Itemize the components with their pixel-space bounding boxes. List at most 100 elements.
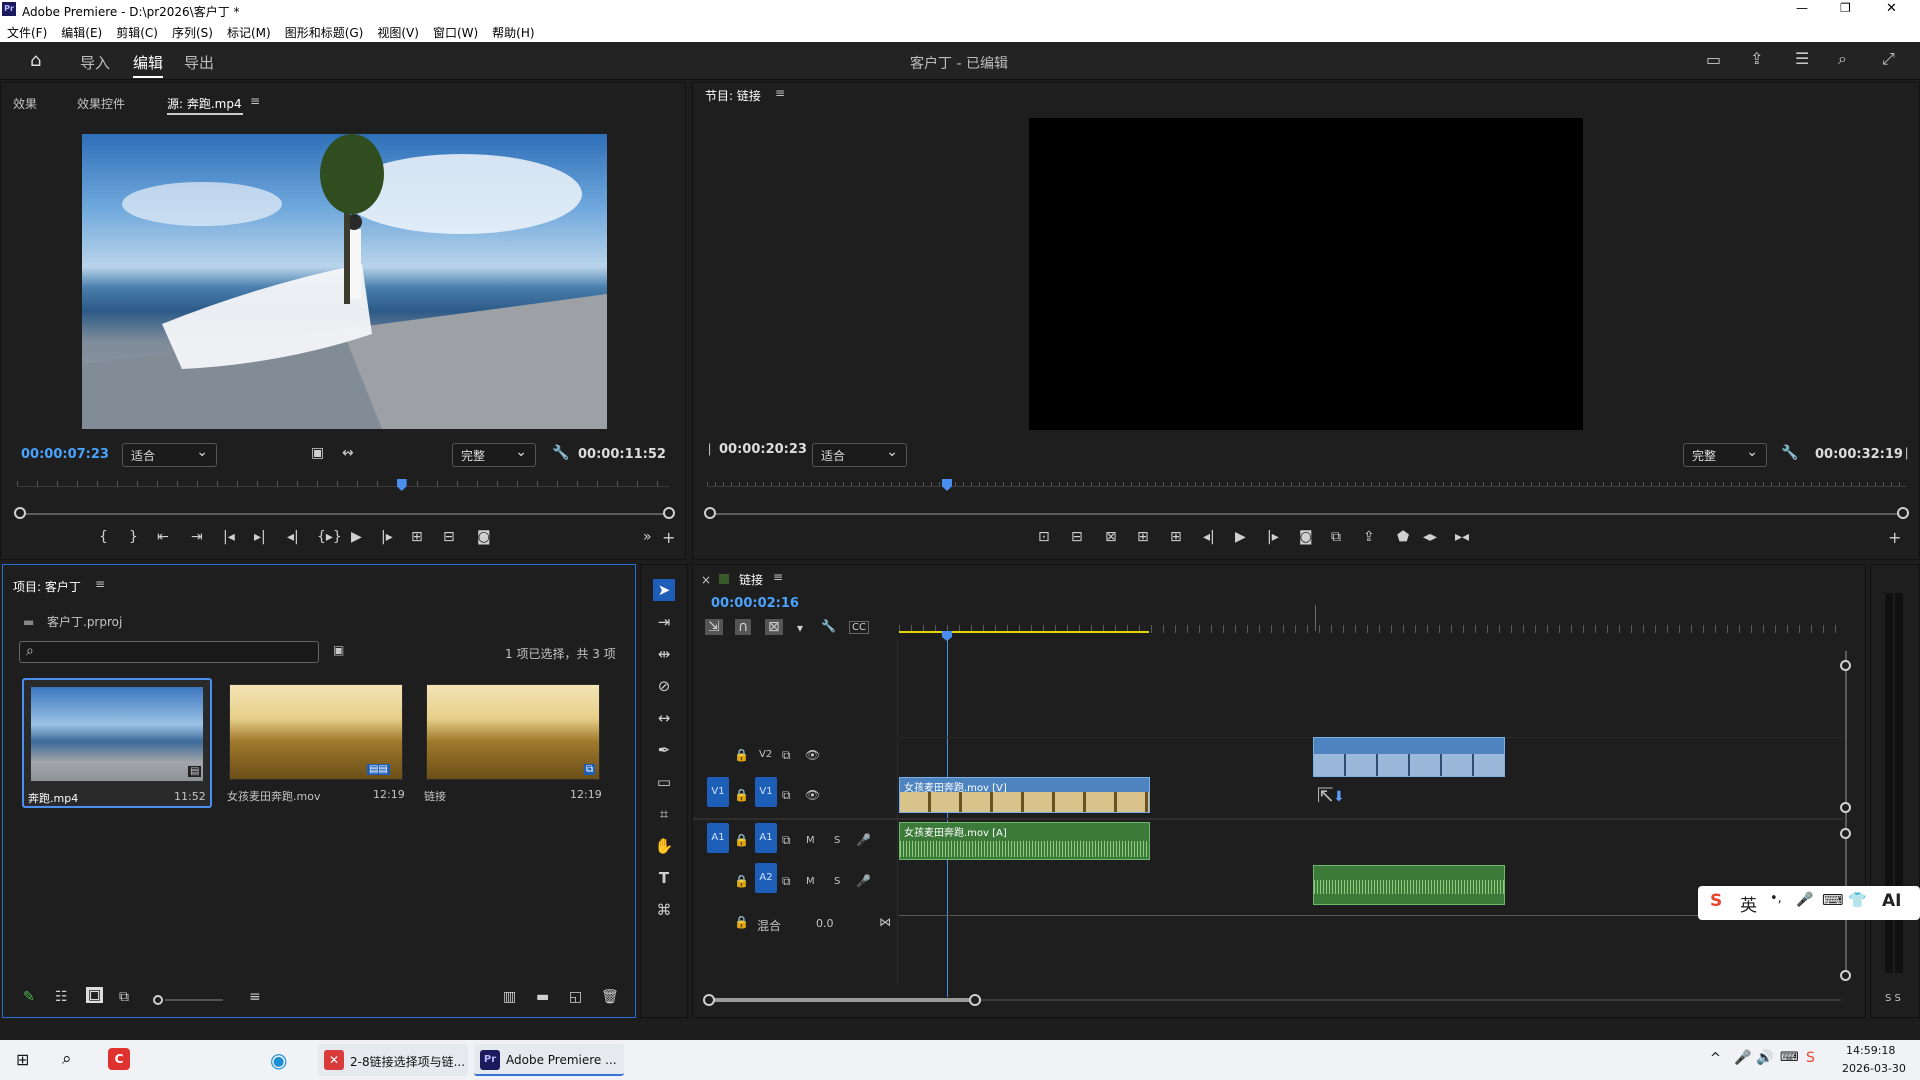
a1-solo-button[interactable]: S	[834, 835, 840, 846]
taskbar-search-icon[interactable]: ⌕	[62, 1049, 72, 1069]
v2-eye-icon[interactable]: 👁	[805, 748, 820, 762]
list-view-icon[interactable]: ☷	[55, 989, 68, 1005]
v2-sync-icon[interactable]: ⧉	[782, 748, 791, 763]
razor-tool-icon[interactable]: ⊘	[653, 675, 675, 697]
source-zoom-left-handle[interactable]	[14, 507, 26, 519]
ime-voice-icon[interactable]: 🎤	[1796, 892, 1813, 908]
source-zoom-scrollbar[interactable]	[21, 513, 669, 515]
timeline-close-icon[interactable]: ×	[701, 573, 711, 587]
nest-toggle-icon[interactable]: ⇲	[705, 619, 723, 635]
sort-icon[interactable]: ≡	[249, 989, 261, 1005]
tray-mic-icon[interactable]: 🎤	[1734, 1050, 1751, 1066]
a1-mute-button[interactable]: M	[806, 835, 815, 846]
step-back-marker-icon[interactable]: |◂	[223, 529, 235, 545]
project-item[interactable]: ▤ 奔跑.mp4 11:52	[22, 678, 212, 808]
snap-icon[interactable]: ∩	[735, 619, 752, 635]
source-add-button-icon[interactable]: +	[662, 528, 675, 547]
program-zoom-scrollbar[interactable]	[711, 513, 1901, 515]
selection-tool-icon[interactable]: ➤	[653, 579, 675, 601]
export-frame-icon[interactable]: ▣	[311, 445, 324, 461]
play-icon[interactable]: ▶	[351, 529, 362, 545]
go-to-in-icon[interactable]: ⇤	[157, 529, 169, 545]
video-clip-v1[interactable]: 女孩麦田奔跑.mov [V]	[899, 777, 1150, 813]
program-quality-dropdown[interactable]: 完整	[1683, 443, 1767, 467]
hscroll-right-handle[interactable]	[969, 994, 981, 1006]
tray-network-icon[interactable]: ⌨	[1780, 1050, 1799, 1065]
pen-tool-icon[interactable]: ✒	[653, 739, 675, 761]
ime-ai-icon[interactable]: AI	[1882, 891, 1901, 911]
app-red-icon[interactable]: C	[108, 1048, 130, 1070]
taskbar-app-premiere[interactable]: Pr Adobe Premiere ...	[474, 1044, 624, 1076]
tab-export[interactable]: 导出	[184, 52, 214, 73]
vscroll-handle-mid[interactable]	[1840, 802, 1851, 813]
new-bin-from-search-icon[interactable]: ▣	[333, 643, 344, 657]
source-quality-dropdown[interactable]: 完整	[452, 443, 536, 467]
v1-lock-icon[interactable]: 🔒	[734, 788, 749, 802]
insert-icon[interactable]: ⊞	[411, 529, 423, 545]
step-back-icon[interactable]: ◂|	[287, 529, 299, 545]
program-title[interactable]: 节目: 链接	[705, 87, 761, 104]
pencil-icon[interactable]: ✎	[23, 989, 35, 1005]
step-forward-marker-icon[interactable]: ▸|	[254, 529, 266, 545]
a1-track-label[interactable]: A1	[755, 823, 777, 853]
program-timecode[interactable]: 00:00:20:23	[719, 442, 807, 457]
icon-view-icon[interactable]: ▣	[86, 987, 104, 1003]
lift-icon[interactable]: ⊡	[1038, 529, 1050, 545]
new-bin-icon[interactable]: ▬	[536, 989, 549, 1005]
timeline-settings-wrench-icon[interactable]: 🔧	[821, 619, 836, 633]
menu-view[interactable]: 视图(V)	[370, 20, 426, 41]
maximize-button[interactable]: ❐	[1840, 1, 1851, 15]
generative-tool-icon[interactable]: ⌘	[653, 899, 675, 921]
go-to-previous-edit-icon[interactable]: ◂▸	[1423, 529, 1437, 545]
play-in-to-out-icon[interactable]: {▸}	[317, 529, 342, 545]
zoom-slider-handle[interactable]	[153, 995, 163, 1005]
search-input[interactable]: ⌕	[19, 641, 319, 663]
project-item[interactable]: ⧉ 链接 12:19	[420, 680, 606, 806]
project-menu-icon[interactable]: ≡	[95, 577, 105, 591]
tray-volume-icon[interactable]: 🔊	[1756, 1050, 1773, 1066]
search-icon[interactable]: ⌕	[1838, 49, 1847, 69]
close-button[interactable]: ✕	[1886, 1, 1897, 16]
tab-effect-controls[interactable]: 效果控件	[77, 95, 125, 112]
tray-ime-icon[interactable]: S	[1806, 1050, 1815, 1066]
taskbar-app-recording[interactable]: ✕ 2-8链接选择项与链...	[318, 1044, 468, 1076]
minimize-button[interactable]: —	[1796, 1, 1808, 15]
compare-icon[interactable]: ⊠	[1105, 529, 1117, 545]
mark-in-icon[interactable]: {	[99, 529, 108, 545]
menu-file[interactable]: 文件(F)	[0, 20, 54, 41]
source-menu-icon[interactable]: ≡	[250, 94, 260, 108]
program-time-ruler[interactable]	[707, 473, 1907, 487]
project-title[interactable]: 项目: 客户丁	[13, 578, 81, 595]
v1-source-patch[interactable]: V1	[707, 777, 729, 807]
source-time-ruler[interactable]	[17, 473, 669, 487]
source-fit-dropdown[interactable]: 适合	[122, 443, 217, 467]
vscroll-handle-bottom[interactable]	[1840, 970, 1851, 981]
program-menu-icon[interactable]: ≡	[775, 86, 785, 100]
menu-help[interactable]: 帮助(H)	[485, 20, 541, 41]
go-to-out-icon[interactable]: ⇥	[191, 529, 203, 545]
tray-overflow-icon[interactable]: ^	[1710, 1051, 1721, 1066]
linked-selection-icon[interactable]: ⊠	[765, 619, 783, 635]
frame-tool-icon[interactable]: ⌗	[653, 803, 675, 825]
program-playhead[interactable]	[942, 479, 952, 491]
automate-to-sequence-icon[interactable]: ▥	[503, 989, 516, 1005]
ime-skin-icon[interactable]: 👕	[1848, 891, 1867, 909]
export-icon[interactable]: ⇪	[1363, 529, 1375, 545]
share-icon[interactable]: ⇪	[1750, 49, 1763, 68]
program-zoom-left-handle[interactable]	[704, 507, 716, 519]
clock-date[interactable]: 2026-03-30	[1842, 1062, 1906, 1075]
clock-time[interactable]: 14:59:18	[1846, 1044, 1895, 1057]
a2-lock-icon[interactable]: 🔒	[734, 874, 749, 888]
program-overwrite-icon[interactable]: ⊞	[1170, 529, 1182, 545]
source-timecode[interactable]: 00:00:07:23	[21, 447, 109, 462]
audio-meter-solo-labels[interactable]: S S	[1885, 993, 1901, 1004]
zoom-slider-track[interactable]	[165, 999, 223, 1001]
edge-browser-icon[interactable]: ◉	[270, 1048, 287, 1072]
extract-icon[interactable]: ⊟	[1071, 529, 1083, 545]
windows-start-icon[interactable]: ⊞	[16, 1050, 29, 1069]
program-settings-wrench-icon[interactable]: 🔧	[1781, 445, 1798, 461]
video-clip-v2[interactable]	[1313, 737, 1505, 777]
timeline-sequence-name[interactable]: 链接	[739, 571, 763, 588]
hscroll-left-handle[interactable]	[703, 994, 715, 1006]
v1-sync-icon[interactable]: ⧉	[782, 788, 791, 803]
